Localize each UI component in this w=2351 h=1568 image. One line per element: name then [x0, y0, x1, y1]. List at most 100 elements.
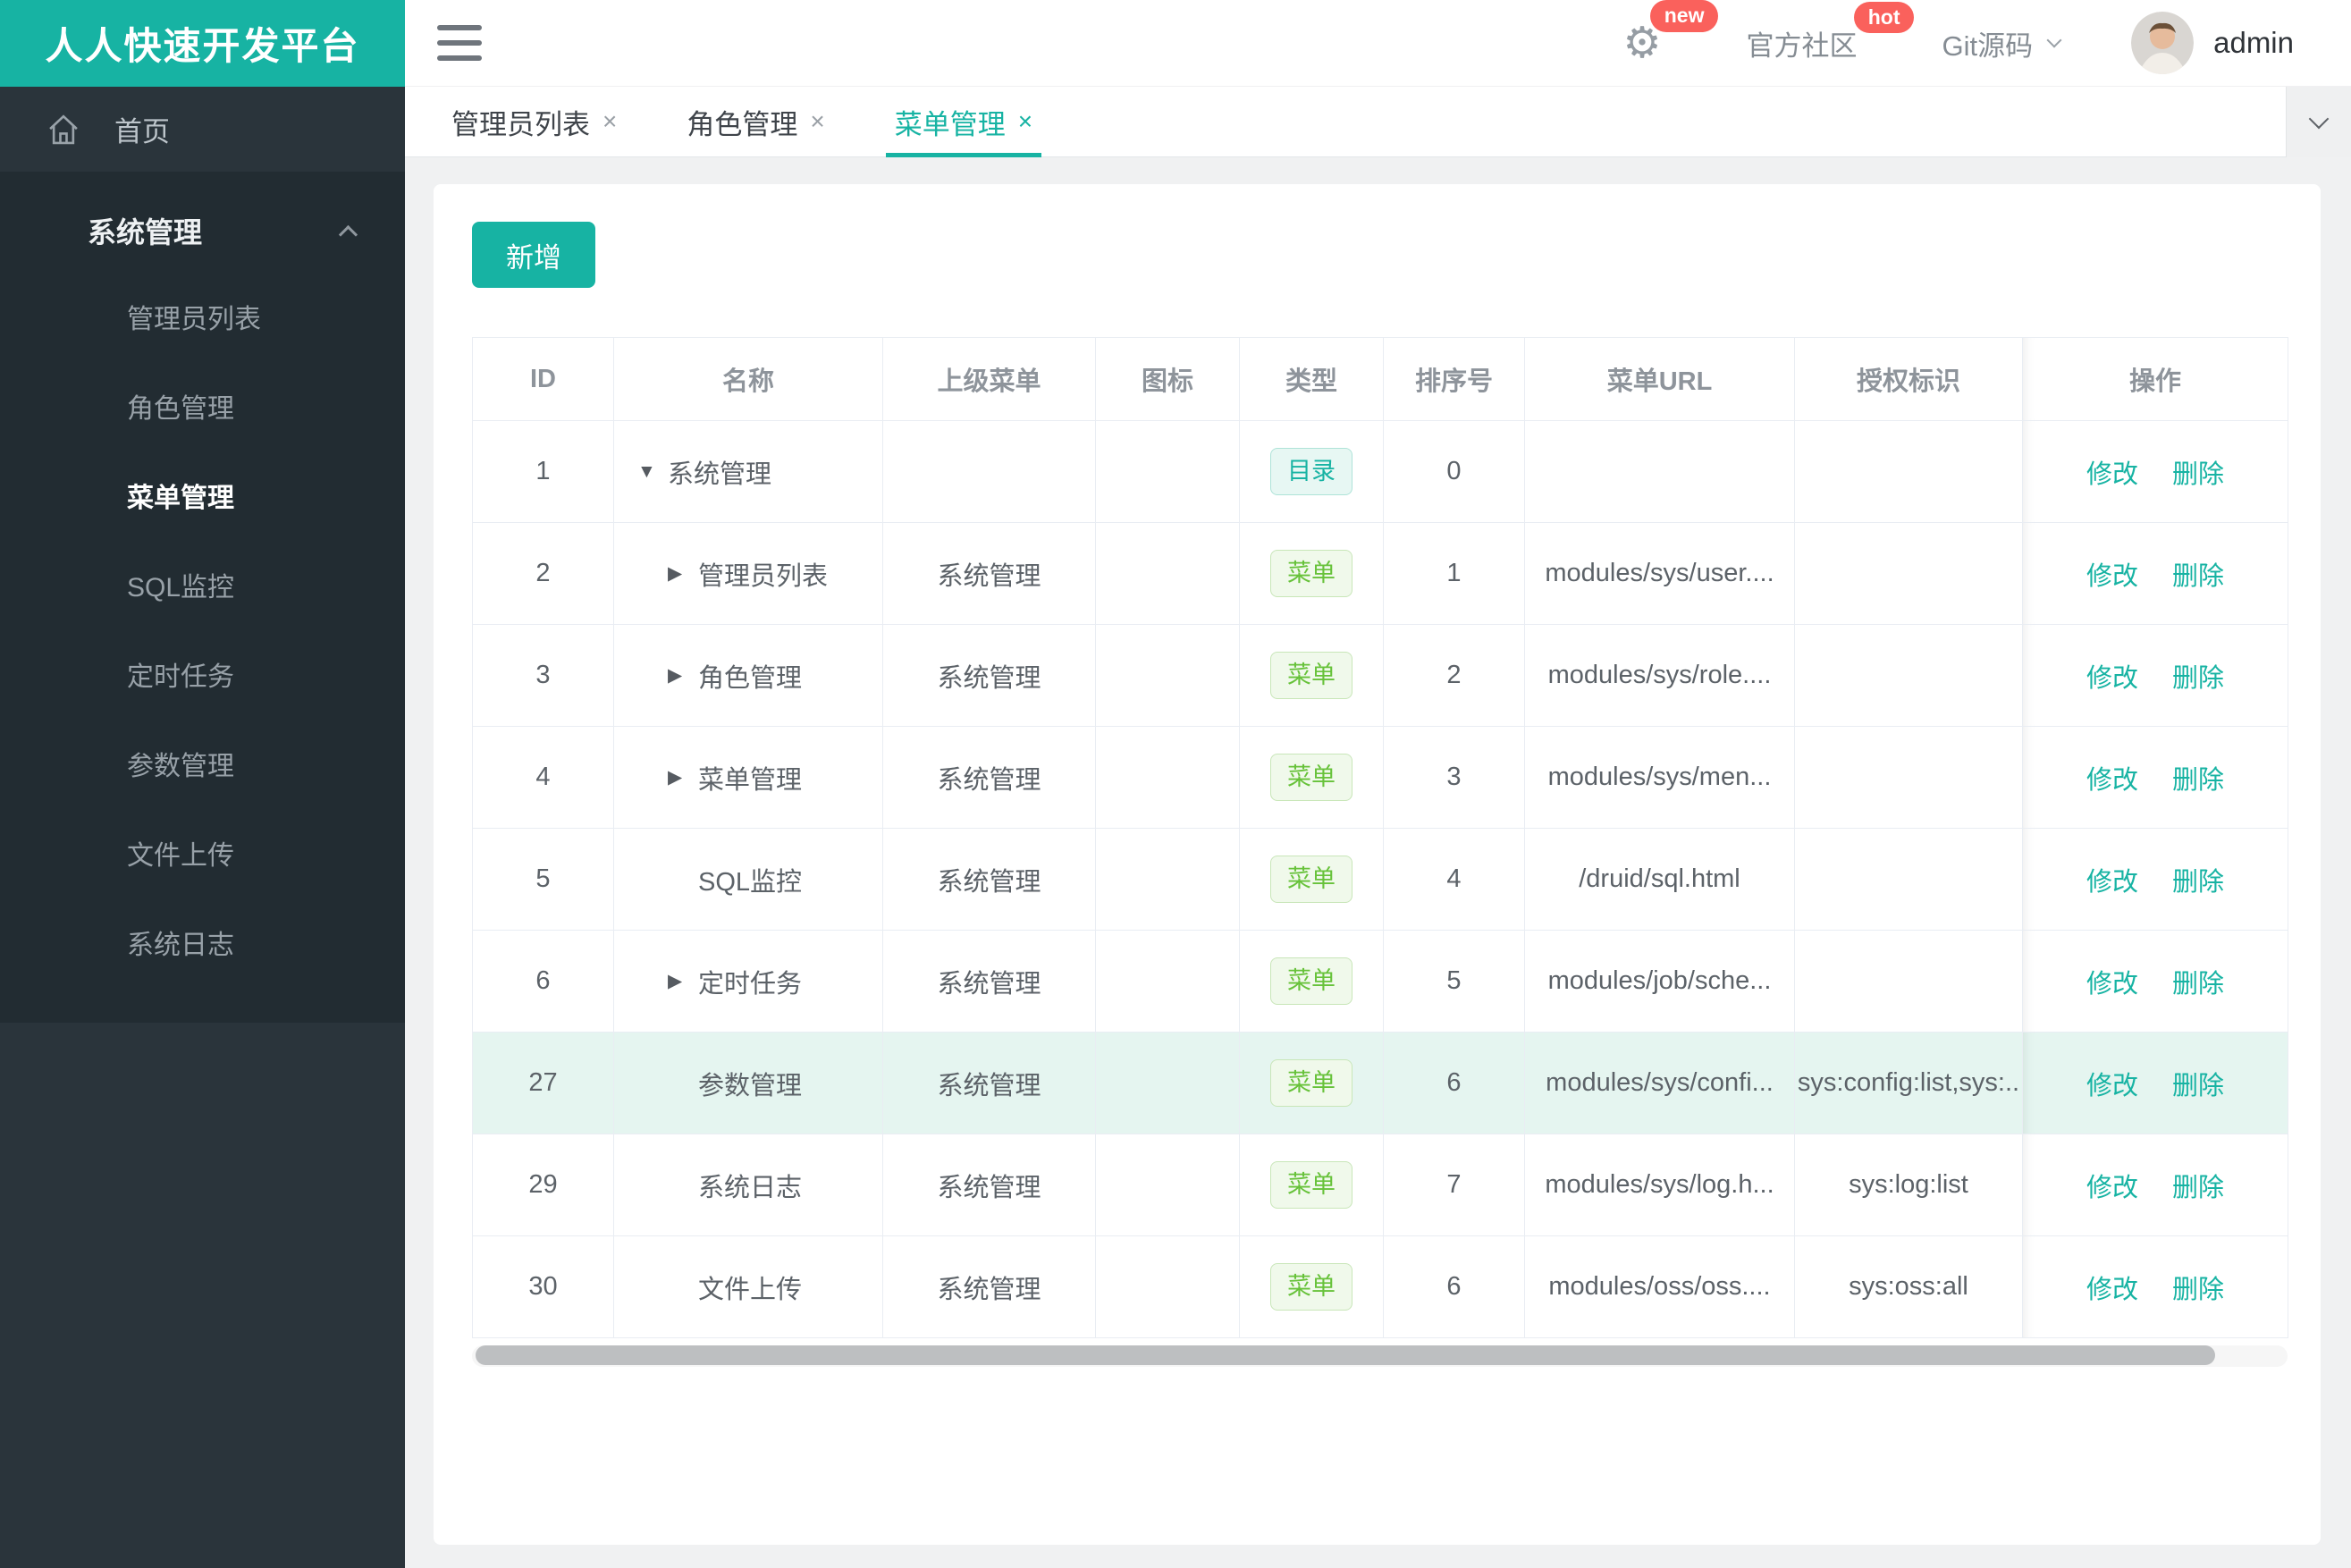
cell-order: 0 [1383, 420, 1525, 523]
sidebar-item-file-upload[interactable]: 文件上传 [0, 808, 405, 898]
cell-name: 文件上传 [613, 1235, 883, 1338]
type-badge: 目录 [1270, 448, 1352, 495]
caret-right-icon[interactable]: ▶ [668, 970, 698, 992]
cell-actions: 修改 删除 [2022, 1235, 2288, 1338]
caret-down-icon[interactable]: ▼ [637, 461, 668, 483]
cell-type: 菜单 [1239, 930, 1384, 1033]
delete-link[interactable]: 删除 [2172, 562, 2224, 591]
delete-link[interactable]: 删除 [2172, 868, 2224, 897]
cell-perms [1794, 420, 2023, 523]
cell-type: 菜单 [1239, 1032, 1384, 1134]
horizontal-scrollbar [472, 1345, 2288, 1367]
menu-name: 系统管理 [668, 459, 772, 489]
tab-role-mgmt[interactable]: 角色管理 × [667, 87, 844, 156]
menu-table: ID 名称 上级菜单 图标 类型 排序号 菜单URL 授权标识 操作 1 ▼ 系… [472, 337, 2288, 1338]
sidebar-item-role-mgmt[interactable]: 角色管理 [0, 361, 405, 451]
type-badge: 菜单 [1270, 1059, 1352, 1107]
delete-link[interactable]: 删除 [2172, 1174, 2224, 1202]
menu-name: 参数管理 [698, 1071, 803, 1100]
delete-link[interactable]: 删除 [2172, 664, 2224, 693]
caret-right-icon[interactable]: ▶ [668, 562, 698, 585]
sidebar-item-param-mgmt[interactable]: 参数管理 [0, 719, 405, 808]
avatar[interactable] [2131, 12, 2195, 74]
cell-parent: 系统管理 [882, 828, 1096, 931]
sidebar-item-system-log[interactable]: 系统日志 [0, 898, 405, 987]
scrollbar-thumb[interactable] [476, 1345, 2215, 1365]
cell-icon [1095, 1032, 1240, 1134]
delete-link[interactable]: 删除 [2172, 1276, 2224, 1304]
tab-overflow-button[interactable] [2286, 87, 2351, 157]
edit-link[interactable]: 修改 [2086, 1174, 2138, 1202]
caret-right-icon[interactable]: ▶ [668, 766, 698, 788]
cell-order: 3 [1383, 726, 1525, 829]
cell-name: SQL监控 [613, 828, 883, 931]
cell-perms [1794, 828, 2023, 931]
col-id: ID [472, 337, 614, 421]
menu-name: 文件上传 [698, 1275, 803, 1304]
edit-link[interactable]: 修改 [2086, 1072, 2138, 1100]
cell-actions: 修改 删除 [2022, 420, 2288, 523]
tab-admin-list[interactable]: 管理员列表 × [432, 87, 636, 156]
sidebar-item-scheduled-jobs[interactable]: 定时任务 [0, 629, 405, 719]
menu-management-panel: 新增 ID 名称 上级菜单 图标 类型 排序号 菜单URL 授权标识 操作 1 … [434, 184, 2321, 1545]
col-order: 排序号 [1383, 337, 1525, 421]
cell-url: modules/oss/oss.... [1524, 1235, 1795, 1338]
delete-link[interactable]: 删除 [2172, 460, 2224, 489]
cell-parent: 系统管理 [882, 1235, 1096, 1338]
sidebar-item-home[interactable]: 首页 [0, 87, 405, 172]
tab-label: 管理员列表 [451, 108, 590, 140]
cell-order: 6 [1383, 1235, 1525, 1338]
tabbar: 管理员列表 × 角色管理 × 菜单管理 × [405, 87, 2351, 157]
hot-badge: hot [1853, 1, 1915, 34]
main-area: ⚙ new 官方社区 hot Git源码 admin 管理员列表 × 角色管理 … [405, 0, 2351, 1568]
settings-button[interactable]: ⚙ new [1622, 0, 1719, 64]
git-source-dropdown[interactable]: Git源码 [1942, 23, 2062, 63]
table-row: 29 系统日志 系统管理 菜单 7 modules/sys/log.h... s… [472, 1134, 2288, 1236]
close-icon[interactable]: × [1018, 107, 1032, 136]
cell-perms: sys:log:list [1794, 1134, 2023, 1236]
cell-id: 2 [472, 522, 614, 625]
tab-menu-mgmt[interactable]: 菜单管理 × [875, 87, 1052, 157]
cell-url: /druid/sql.html [1524, 828, 1795, 931]
cell-order: 5 [1383, 930, 1525, 1033]
cell-icon [1095, 624, 1240, 727]
cell-url: modules/job/sche... [1524, 930, 1795, 1033]
cell-actions: 修改 删除 [2022, 828, 2288, 931]
menu-name: 菜单管理 [698, 765, 803, 795]
cell-name: 参数管理 [613, 1032, 883, 1134]
delete-link[interactable]: 删除 [2172, 766, 2224, 795]
edit-link[interactable]: 修改 [2086, 868, 2138, 897]
edit-link[interactable]: 修改 [2086, 766, 2138, 795]
home-icon [49, 114, 78, 144]
sidebar-item-sql-monitor[interactable]: SQL监控 [0, 540, 405, 629]
menu-name: 管理员列表 [698, 561, 829, 591]
edit-link[interactable]: 修改 [2086, 562, 2138, 591]
table-row-highlighted: 27 参数管理 系统管理 菜单 6 modules/sys/confi... s… [472, 1032, 2288, 1134]
sidebar-home-label: 首页 [114, 116, 170, 148]
edit-link[interactable]: 修改 [2086, 460, 2138, 489]
topbar: ⚙ new 官方社区 hot Git源码 admin [405, 0, 2351, 87]
sidebar-item-menu-mgmt[interactable]: 菜单管理 [0, 451, 405, 540]
community-link[interactable]: 官方社区 hot [1746, 1, 1915, 63]
username[interactable]: admin [2213, 26, 2294, 60]
sidebar-item-admin-list[interactable]: 管理员列表 [0, 272, 405, 361]
edit-link[interactable]: 修改 [2086, 664, 2138, 693]
edit-link[interactable]: 修改 [2086, 970, 2138, 999]
sidebar-group-toggle[interactable]: 系统管理 [0, 190, 405, 272]
app-logo: 人人快速开发平台 [0, 0, 405, 87]
edit-link[interactable]: 修改 [2086, 1276, 2138, 1304]
cell-parent: 系统管理 [882, 930, 1096, 1033]
close-icon[interactable]: × [602, 107, 617, 136]
close-icon[interactable]: × [810, 107, 824, 136]
caret-right-icon[interactable]: ▶ [668, 664, 698, 687]
sidebar: 人人快速开发平台 首页 系统管理 管理员列表 角色管理 菜单管理 SQL监控 定… [0, 0, 405, 1568]
type-badge: 菜单 [1270, 1161, 1352, 1209]
hamburger-menu-icon[interactable] [437, 25, 482, 61]
cell-id: 5 [472, 828, 614, 931]
delete-link[interactable]: 删除 [2172, 970, 2224, 999]
delete-link[interactable]: 删除 [2172, 1072, 2224, 1100]
cell-actions: 修改 删除 [2022, 1134, 2288, 1236]
cell-icon [1095, 1134, 1240, 1236]
add-button[interactable]: 新增 [472, 222, 595, 288]
cell-type: 菜单 [1239, 1235, 1384, 1338]
